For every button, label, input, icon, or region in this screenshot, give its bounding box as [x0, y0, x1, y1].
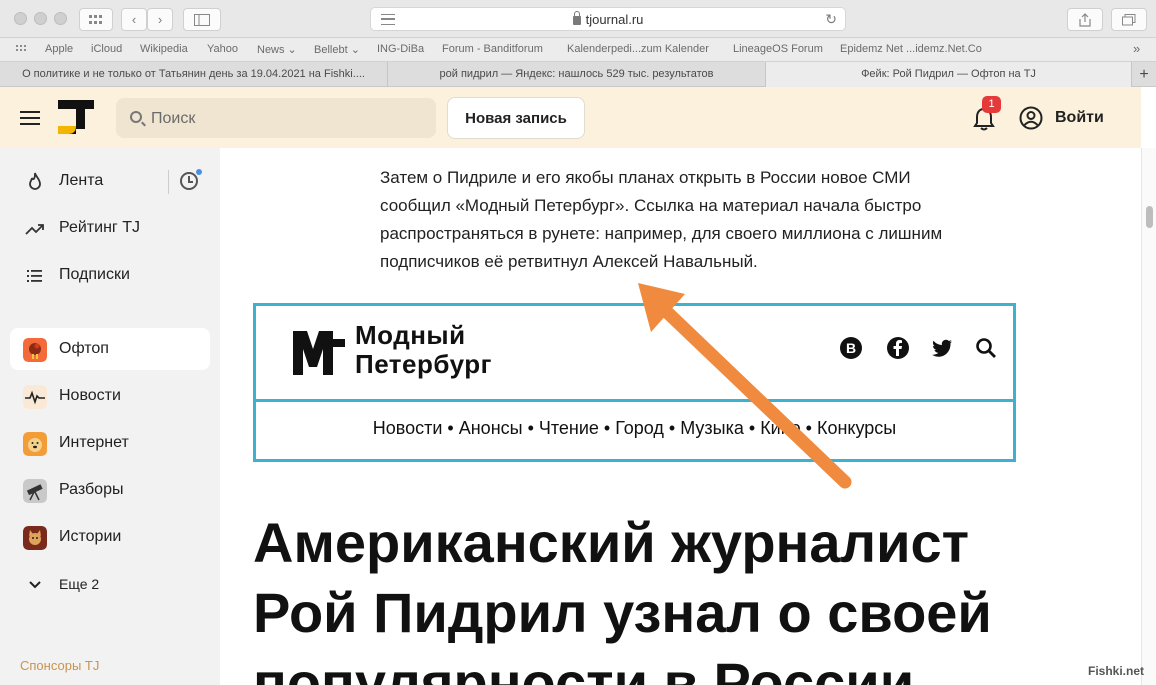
back-button[interactable]: ‹ [121, 8, 147, 31]
browser-window: ‹ › tjournal.ru ↻ Apple iCloud Wikipedia… [0, 0, 1156, 685]
cat-icon [23, 526, 47, 550]
forward-button[interactable]: › [147, 8, 173, 31]
sidebar-item-label: Истории [59, 528, 122, 545]
bookmark-epidemz[interactable]: Epidemz Net ...idemz.Net.Co [840, 43, 982, 55]
tab-tj[interactable]: Фейк: Рой Пидрил — Офтоп на TJ [766, 62, 1132, 87]
search-input[interactable]: Поиск [116, 98, 436, 138]
svg-text:B: B [846, 340, 856, 356]
grid-icon [89, 14, 102, 24]
sidebar-item-label: Разборы [59, 481, 124, 498]
doge-icon [23, 432, 47, 456]
sponsors-link[interactable]: Спонсоры TJ [20, 658, 99, 673]
sidebar-item-label: Интернет [59, 434, 129, 451]
embed-nav: Новости • Анонсы • Чтение • Город • Музы… [372, 418, 897, 438]
sidebar-item-label: Рейтинг TJ [59, 219, 140, 236]
zoom-window-button[interactable] [54, 12, 67, 25]
scrollbar[interactable] [1141, 148, 1156, 685]
bookmark-icloud[interactable]: iCloud [91, 43, 122, 55]
sidebar-item-rating[interactable]: Рейтинг TJ [10, 207, 210, 249]
sidebar-item-stories[interactable]: Истории [10, 516, 210, 558]
twitter-icon [932, 339, 952, 357]
search-placeholder: Поиск [151, 110, 196, 127]
sidebar-item-label: Новости [59, 387, 121, 404]
bookmark-banditforum[interactable]: Forum - Banditforum [442, 43, 543, 55]
search-icon [976, 338, 996, 358]
sidebar-item-internet[interactable]: Интернет [10, 422, 210, 464]
bookmark-ing-diba[interactable]: ING-DiBa [377, 43, 424, 55]
sidebar-item-label: Офтоп [59, 340, 109, 357]
sidebar-icon [194, 13, 210, 26]
rooster-icon [23, 338, 47, 362]
sidebar-item-subscriptions[interactable]: Подписки [10, 254, 210, 296]
tab-yandex[interactable]: рой пидрил — Яндекс: нашлось 529 тыс. ре… [388, 62, 766, 87]
bookmark-lineageos[interactable]: LineageOS Forum [733, 43, 823, 55]
new-tab-overview-button[interactable] [1111, 8, 1147, 31]
divider [256, 399, 1013, 402]
url-text: tjournal.ru [585, 12, 644, 27]
sidebar-more-label: Еще 2 [59, 576, 100, 592]
tabs-icon [1122, 13, 1136, 25]
telescope-icon [23, 479, 47, 503]
share-icon [1079, 12, 1091, 27]
new-indicator [196, 169, 202, 175]
pulse-icon [23, 385, 47, 409]
chevron-left-icon: ‹ [131, 12, 137, 27]
bookmark-wikipedia[interactable]: Wikipedia [140, 43, 188, 55]
modny-peterburg-logo [293, 331, 345, 375]
sidebar: Лента Рейтинг TJ Подписки Офтоп Новости … [0, 148, 220, 685]
lock-icon [572, 11, 581, 25]
new-tab-button[interactable]: + [1132, 62, 1156, 87]
browser-toolbar: ‹ › tjournal.ru ↻ [0, 0, 1156, 38]
article-content: Затем о Пидриле и его якобы планах откры… [220, 148, 1141, 685]
tab-fishki[interactable]: О политике и не только от Татьянин день … [0, 62, 388, 87]
sidebar-toggle-button[interactable] [183, 8, 221, 31]
list-icon [27, 270, 42, 282]
menu-icon[interactable] [20, 111, 40, 125]
embed-site-title: Модный Петербург [355, 320, 492, 379]
chevron-down-icon [29, 581, 41, 589]
notification-badge: 1 [982, 96, 1001, 113]
share-button[interactable] [1067, 8, 1103, 31]
clock-icon[interactable] [180, 172, 198, 190]
login-button[interactable]: Войти [1055, 109, 1104, 127]
new-post-button[interactable]: Новая запись [447, 97, 585, 139]
sidebar-item-news[interactable]: Новости [10, 375, 210, 417]
search-icon [130, 111, 142, 123]
bookmark-kalenderpedia[interactable]: Kalenderpedi...zum Kalender [567, 43, 709, 55]
user-icon[interactable] [1019, 106, 1043, 130]
vk-icon: B [840, 337, 862, 359]
divider [168, 170, 169, 194]
bookmark-yahoo[interactable]: Yahoo [207, 43, 238, 55]
sidebar-item-label: Лента [59, 172, 104, 189]
fire-icon [29, 172, 41, 190]
close-window-button[interactable] [14, 12, 27, 25]
article-paragraph: Затем о Пидриле и его якобы планах откры… [380, 168, 943, 271]
bookmark-apple[interactable]: Apple [45, 43, 73, 55]
site-header: Поиск Новая запись Войти [0, 87, 1141, 148]
chevron-right-icon: › [157, 12, 163, 27]
bookmark-news[interactable]: News ⌄ [257, 43, 297, 56]
reload-icon[interactable]: ↻ [825, 11, 837, 28]
minimize-window-button[interactable] [34, 12, 47, 25]
sidebar-item-offtop[interactable]: Офтоп [10, 328, 210, 370]
tab-bar: О политике и не только от Татьянин день … [0, 62, 1156, 87]
scrollbar-thumb[interactable] [1146, 206, 1153, 228]
embedded-screenshot: Модный Петербург B Новости • Анонсы • Чт… [253, 303, 1016, 462]
sidebar-item-analysis[interactable]: Разборы [10, 469, 210, 511]
tj-logo[interactable] [58, 100, 94, 134]
article-headline: Американский журналист Рой Пидрил узнал … [253, 511, 992, 685]
more-bookmarks-icon[interactable]: » [1133, 41, 1140, 56]
watermark: Fishki.net [1088, 664, 1145, 678]
trending-icon [25, 224, 44, 235]
address-bar[interactable]: tjournal.ru ↻ [370, 7, 846, 31]
facebook-icon [887, 337, 909, 359]
bookmark-bellebt[interactable]: Bellebt ⌄ [314, 43, 360, 56]
bookmarks-grid-icon[interactable] [16, 45, 28, 55]
bookmarks-bar: Apple iCloud Wikipedia Yahoo News ⌄ Bell… [0, 38, 1156, 62]
tabs-overview-button[interactable] [79, 8, 113, 31]
sidebar-item-label: Подписки [59, 266, 130, 283]
sidebar-more-button[interactable]: Еще 2 [10, 563, 210, 605]
